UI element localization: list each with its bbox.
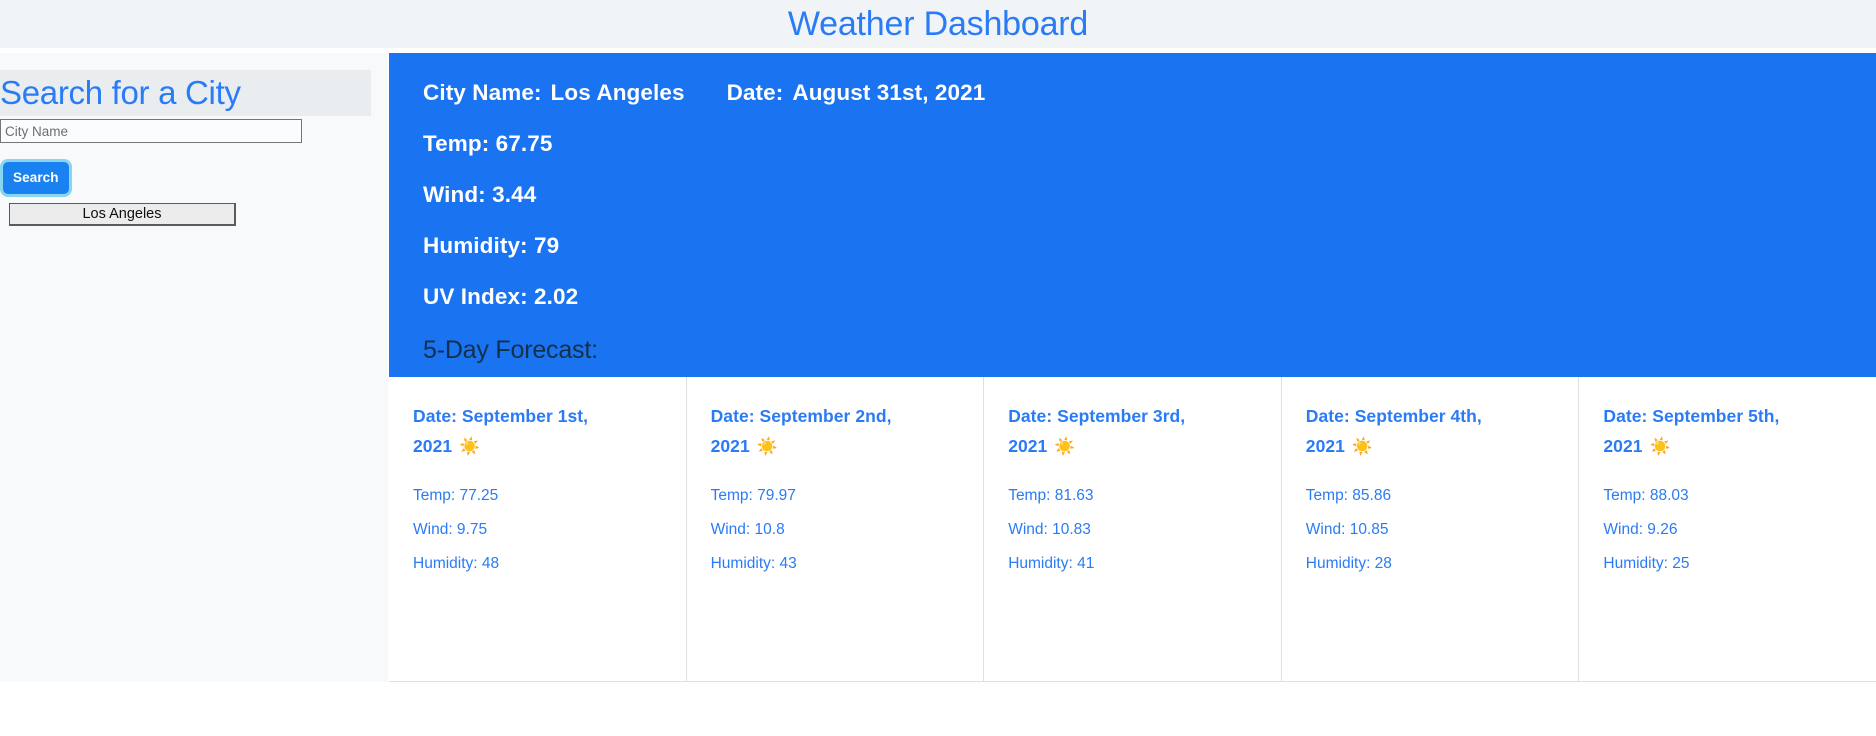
forecast-date: Date: September 1st, 2021 ☀️ bbox=[413, 401, 595, 462]
forecast-date-text: Date: September 3rd, 2021 bbox=[1008, 406, 1186, 456]
forecast-card: Date: September 5th, 2021 ☀️ Temp: 88.03 … bbox=[1579, 377, 1876, 682]
forecast-date: Date: September 2nd, 2021 ☀️ bbox=[711, 401, 893, 462]
sun-icon: ☀️ bbox=[1649, 437, 1671, 456]
forecast-temp: Temp: 77.25 bbox=[413, 487, 499, 504]
forecast-humidity: Humidity: 41 bbox=[1008, 555, 1095, 572]
forecast-wind: Wind: 10.8 bbox=[710, 521, 785, 538]
forecast-humidity: Humidity: 43 bbox=[710, 555, 797, 572]
page-body: Search for a City Search Los Angeles Cit… bbox=[0, 53, 1876, 736]
current-humidity: Humidity: 79 bbox=[423, 233, 560, 258]
forecast-heading: 5-Day Forecast: bbox=[423, 336, 598, 364]
forecast-date-text: Date: September 4th, 2021 bbox=[1305, 406, 1482, 456]
forecast-humidity: Humidity: 48 bbox=[413, 555, 500, 572]
forecast-card: Date: September 2nd, 2021 ☀️ Temp: 79.97 … bbox=[686, 377, 985, 682]
search-history-list: Los Angeles bbox=[9, 203, 236, 226]
forecast-date: Date: September 4th, 2021 ☀️ bbox=[1306, 401, 1488, 462]
forecast-card: Date: September 4th, 2021 ☀️ Temp: 85.86 … bbox=[1281, 377, 1580, 682]
forecast-humidity: Humidity: 28 bbox=[1305, 555, 1392, 572]
city-name-value: Los Angeles bbox=[550, 80, 685, 105]
search-button-focus-ring: Search bbox=[0, 159, 72, 197]
sun-icon: ☀️ bbox=[756, 437, 778, 456]
forecast-wind: Wind: 9.75 bbox=[413, 521, 488, 538]
current-weather-card: City Name: Los Angeles Date: August 31st… bbox=[389, 53, 1876, 375]
forecast-date: Date: September 5th, 2021 ☀️ bbox=[1603, 401, 1785, 462]
search-heading-label: Search for a City bbox=[0, 74, 241, 111]
forecast-date-text: Date: September 2nd, 2021 bbox=[710, 406, 892, 456]
current-weather-header-row: City Name: Los Angeles Date: August 31st… bbox=[423, 80, 985, 106]
search-button[interactable]: Search bbox=[3, 162, 69, 194]
forecast-wind: Wind: 10.83 bbox=[1008, 521, 1091, 538]
forecast-wind: Wind: 9.26 bbox=[1603, 521, 1678, 538]
forecast-date-text: Date: September 5th, 2021 bbox=[1603, 406, 1780, 456]
forecast-temp: Temp: 79.97 bbox=[710, 487, 796, 504]
forecast-row: Date: September 1st, 2021 ☀️ Temp: 77.25 … bbox=[389, 375, 1876, 682]
forecast-wind: Wind: 10.85 bbox=[1305, 521, 1389, 538]
search-sidebar: Search for a City Search Los Angeles bbox=[0, 53, 388, 682]
forecast-card: Date: September 3rd, 2021 ☀️ Temp: 81.63 … bbox=[984, 377, 1282, 682]
forecast-humidity: Humidity: 25 bbox=[1603, 555, 1690, 572]
city-search-input[interactable] bbox=[0, 119, 302, 143]
city-name-label: City Name: bbox=[423, 80, 542, 105]
forecast-temp: Temp: 85.86 bbox=[1305, 487, 1392, 504]
sun-icon: ☀️ bbox=[1054, 437, 1076, 456]
forecast-card: Date: September 1st, 2021 ☀️ Temp: 77.25 … bbox=[389, 377, 687, 682]
search-heading: Search for a City bbox=[0, 70, 371, 116]
sun-icon: ☀️ bbox=[459, 437, 481, 456]
forecast-temp: Temp: 81.63 bbox=[1008, 487, 1094, 504]
app-header: Weather Dashboard bbox=[0, 0, 1876, 48]
forecast-date: Date: September 3rd, 2021 ☀️ bbox=[1008, 401, 1190, 462]
current-uv-index: UV Index: 2.02 bbox=[423, 284, 579, 309]
page-title: Weather Dashboard bbox=[787, 5, 1089, 43]
sun-icon: ☀️ bbox=[1351, 437, 1374, 456]
date-value: August 31st, 2021 bbox=[792, 80, 986, 105]
current-wind: Wind: 3.44 bbox=[423, 182, 537, 207]
forecast-date-text: Date: September 1st, 2021 bbox=[413, 406, 589, 456]
forecast-temp: Temp: 88.03 bbox=[1603, 487, 1689, 504]
current-temp: Temp: 67.75 bbox=[423, 131, 553, 156]
history-item-los-angeles[interactable]: Los Angeles bbox=[9, 203, 236, 226]
date-label: Date: bbox=[726, 80, 784, 105]
